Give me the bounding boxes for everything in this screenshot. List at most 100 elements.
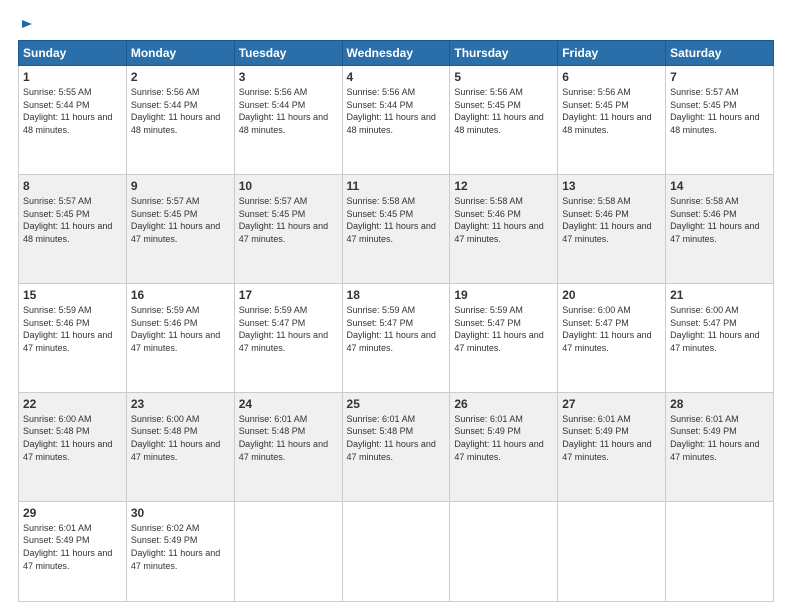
daylight-label: Daylight: 11 hours and 47 minutes.	[23, 548, 112, 571]
sunrise-label: Sunrise: 5:58 AM	[670, 196, 739, 206]
daylight-label: Daylight: 11 hours and 48 minutes.	[670, 112, 759, 135]
calendar-cell: 10 Sunrise: 5:57 AM Sunset: 5:45 PM Dayl…	[234, 174, 342, 283]
sunset-label: Sunset: 5:48 PM	[239, 426, 306, 436]
cell-info: Sunrise: 6:01 AM Sunset: 5:48 PM Dayligh…	[347, 413, 446, 463]
cell-info: Sunrise: 6:00 AM Sunset: 5:48 PM Dayligh…	[23, 413, 122, 463]
cell-info: Sunrise: 6:00 AM Sunset: 5:47 PM Dayligh…	[562, 304, 661, 354]
sunrise-label: Sunrise: 6:00 AM	[131, 414, 200, 424]
day-number: 18	[347, 288, 446, 302]
sunset-label: Sunset: 5:47 PM	[239, 318, 306, 328]
daylight-label: Daylight: 11 hours and 47 minutes.	[131, 330, 220, 353]
cell-info: Sunrise: 6:01 AM Sunset: 5:49 PM Dayligh…	[670, 413, 769, 463]
cell-info: Sunrise: 5:56 AM Sunset: 5:44 PM Dayligh…	[347, 86, 446, 136]
sunset-label: Sunset: 5:44 PM	[347, 100, 414, 110]
calendar-week-row: 15 Sunrise: 5:59 AM Sunset: 5:46 PM Dayl…	[19, 283, 774, 392]
sunset-label: Sunset: 5:44 PM	[23, 100, 90, 110]
cell-info: Sunrise: 5:58 AM Sunset: 5:46 PM Dayligh…	[562, 195, 661, 245]
daylight-label: Daylight: 11 hours and 47 minutes.	[347, 330, 436, 353]
sunset-label: Sunset: 5:45 PM	[670, 100, 737, 110]
calendar-cell: 26 Sunrise: 6:01 AM Sunset: 5:49 PM Dayl…	[450, 392, 558, 501]
calendar-cell: 20 Sunrise: 6:00 AM Sunset: 5:47 PM Dayl…	[558, 283, 666, 392]
calendar-cell: 18 Sunrise: 5:59 AM Sunset: 5:47 PM Dayl…	[342, 283, 450, 392]
calendar-cell: 17 Sunrise: 5:59 AM Sunset: 5:47 PM Dayl…	[234, 283, 342, 392]
calendar-cell: 22 Sunrise: 6:00 AM Sunset: 5:48 PM Dayl…	[19, 392, 127, 501]
day-number: 8	[23, 179, 122, 193]
sunrise-label: Sunrise: 5:58 AM	[562, 196, 631, 206]
sunset-label: Sunset: 5:49 PM	[23, 535, 90, 545]
calendar-week-row: 1 Sunrise: 5:55 AM Sunset: 5:44 PM Dayli…	[19, 66, 774, 175]
sunset-label: Sunset: 5:46 PM	[131, 318, 198, 328]
calendar-cell: 13 Sunrise: 5:58 AM Sunset: 5:46 PM Dayl…	[558, 174, 666, 283]
day-number: 26	[454, 397, 553, 411]
cell-info: Sunrise: 5:56 AM Sunset: 5:44 PM Dayligh…	[239, 86, 338, 136]
sunset-label: Sunset: 5:48 PM	[23, 426, 90, 436]
calendar-cell: 19 Sunrise: 5:59 AM Sunset: 5:47 PM Dayl…	[450, 283, 558, 392]
cell-info: Sunrise: 6:01 AM Sunset: 5:49 PM Dayligh…	[562, 413, 661, 463]
cell-info: Sunrise: 5:57 AM Sunset: 5:45 PM Dayligh…	[670, 86, 769, 136]
cell-info: Sunrise: 6:01 AM Sunset: 5:49 PM Dayligh…	[454, 413, 553, 463]
calendar-cell: 23 Sunrise: 6:00 AM Sunset: 5:48 PM Dayl…	[126, 392, 234, 501]
sunset-label: Sunset: 5:46 PM	[670, 209, 737, 219]
sunrise-label: Sunrise: 5:56 AM	[131, 87, 200, 97]
day-number: 16	[131, 288, 230, 302]
calendar-cell: 1 Sunrise: 5:55 AM Sunset: 5:44 PM Dayli…	[19, 66, 127, 175]
daylight-label: Daylight: 11 hours and 48 minutes.	[562, 112, 651, 135]
day-number: 20	[562, 288, 661, 302]
day-number: 14	[670, 179, 769, 193]
sunrise-label: Sunrise: 5:58 AM	[454, 196, 523, 206]
daylight-label: Daylight: 11 hours and 48 minutes.	[347, 112, 436, 135]
calendar-day-header: Tuesday	[234, 41, 342, 66]
cell-info: Sunrise: 5:59 AM Sunset: 5:47 PM Dayligh…	[454, 304, 553, 354]
sunrise-label: Sunrise: 6:01 AM	[239, 414, 308, 424]
calendar-day-header: Saturday	[666, 41, 774, 66]
cell-info: Sunrise: 5:57 AM Sunset: 5:45 PM Dayligh…	[239, 195, 338, 245]
sunset-label: Sunset: 5:48 PM	[347, 426, 414, 436]
calendar-cell	[342, 501, 450, 601]
calendar-cell: 4 Sunrise: 5:56 AM Sunset: 5:44 PM Dayli…	[342, 66, 450, 175]
calendar-cell: 16 Sunrise: 5:59 AM Sunset: 5:46 PM Dayl…	[126, 283, 234, 392]
sunset-label: Sunset: 5:45 PM	[562, 100, 629, 110]
day-number: 22	[23, 397, 122, 411]
daylight-label: Daylight: 11 hours and 47 minutes.	[23, 439, 112, 462]
cell-info: Sunrise: 6:02 AM Sunset: 5:49 PM Dayligh…	[131, 522, 230, 572]
calendar-cell: 11 Sunrise: 5:58 AM Sunset: 5:45 PM Dayl…	[342, 174, 450, 283]
calendar-cell: 12 Sunrise: 5:58 AM Sunset: 5:46 PM Dayl…	[450, 174, 558, 283]
daylight-label: Daylight: 11 hours and 47 minutes.	[562, 330, 651, 353]
daylight-label: Daylight: 11 hours and 47 minutes.	[670, 330, 759, 353]
sunrise-label: Sunrise: 6:02 AM	[131, 523, 200, 533]
sunset-label: Sunset: 5:45 PM	[347, 209, 414, 219]
cell-info: Sunrise: 5:59 AM Sunset: 5:46 PM Dayligh…	[131, 304, 230, 354]
day-number: 3	[239, 70, 338, 84]
daylight-label: Daylight: 11 hours and 47 minutes.	[131, 221, 220, 244]
sunrise-label: Sunrise: 6:00 AM	[23, 414, 92, 424]
day-number: 12	[454, 179, 553, 193]
daylight-label: Daylight: 11 hours and 47 minutes.	[347, 221, 436, 244]
sunrise-label: Sunrise: 5:57 AM	[670, 87, 739, 97]
sunset-label: Sunset: 5:46 PM	[23, 318, 90, 328]
sunrise-label: Sunrise: 5:59 AM	[454, 305, 523, 315]
calendar-cell: 14 Sunrise: 5:58 AM Sunset: 5:46 PM Dayl…	[666, 174, 774, 283]
sunrise-label: Sunrise: 6:01 AM	[562, 414, 631, 424]
cell-info: Sunrise: 5:57 AM Sunset: 5:45 PM Dayligh…	[23, 195, 122, 245]
day-number: 23	[131, 397, 230, 411]
sunrise-label: Sunrise: 5:55 AM	[23, 87, 92, 97]
calendar-cell: 5 Sunrise: 5:56 AM Sunset: 5:45 PM Dayli…	[450, 66, 558, 175]
cell-info: Sunrise: 5:56 AM Sunset: 5:45 PM Dayligh…	[454, 86, 553, 136]
cell-info: Sunrise: 5:58 AM Sunset: 5:45 PM Dayligh…	[347, 195, 446, 245]
daylight-label: Daylight: 11 hours and 47 minutes.	[131, 439, 220, 462]
day-number: 9	[131, 179, 230, 193]
calendar-cell: 8 Sunrise: 5:57 AM Sunset: 5:45 PM Dayli…	[19, 174, 127, 283]
sunrise-label: Sunrise: 5:56 AM	[239, 87, 308, 97]
sunset-label: Sunset: 5:44 PM	[131, 100, 198, 110]
calendar-cell: 29 Sunrise: 6:01 AM Sunset: 5:49 PM Dayl…	[19, 501, 127, 601]
calendar-cell: 28 Sunrise: 6:01 AM Sunset: 5:49 PM Dayl…	[666, 392, 774, 501]
sunset-label: Sunset: 5:46 PM	[562, 209, 629, 219]
daylight-label: Daylight: 11 hours and 47 minutes.	[562, 439, 651, 462]
sunrise-label: Sunrise: 5:57 AM	[131, 196, 200, 206]
day-number: 27	[562, 397, 661, 411]
day-number: 17	[239, 288, 338, 302]
calendar-cell: 9 Sunrise: 5:57 AM Sunset: 5:45 PM Dayli…	[126, 174, 234, 283]
daylight-label: Daylight: 11 hours and 47 minutes.	[239, 330, 328, 353]
daylight-label: Daylight: 11 hours and 47 minutes.	[454, 439, 543, 462]
sunrise-label: Sunrise: 5:56 AM	[562, 87, 631, 97]
